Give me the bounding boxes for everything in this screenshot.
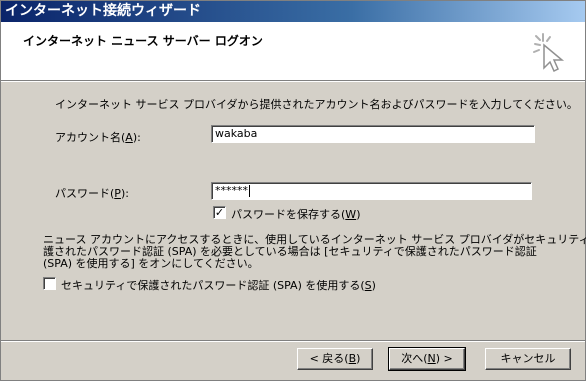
next-button[interactable]: 次へ(N) > [388, 347, 466, 371]
spa-description: ニュース アカウントにアクセスするときに、使用しているインターネット サービス … [43, 234, 586, 270]
password-label: パスワード(P): [55, 187, 129, 200]
wizard-header: インターネット ニュース サーバー ログオン [1, 22, 585, 80]
intro-text: インターネット サービス プロバイダから提供されたアカウント名およびパスワードを… [55, 98, 578, 111]
page-title: インターネット ニュース サーバー ログオン [23, 34, 263, 48]
wizard-wand-icon [533, 33, 565, 73]
spa-description-line: (SPA) を使用する] をオンにしてください。 [43, 257, 259, 270]
text-caret [249, 185, 250, 197]
account-name-input[interactable]: wakaba [211, 125, 535, 143]
wizard-window: インターネット接続ウィザード インターネット ニュース サーバー ログオン イン… [0, 0, 586, 381]
title-bar[interactable]: インターネット接続ウィザード [1, 1, 585, 22]
spa-checkbox-label[interactable]: セキュリティで保護されたパスワード認証 (SPA) を使用する(S) [61, 277, 376, 293]
account-name-label: アカウント名(A): [55, 131, 141, 144]
cancel-button[interactable]: キャンセル [485, 348, 571, 370]
save-password-label[interactable]: パスワードを保存する(W) [231, 206, 360, 222]
header-divider [1, 80, 585, 82]
password-input[interactable]: ****** [211, 182, 532, 200]
footer-divider [1, 340, 585, 342]
save-password-checkbox[interactable]: ✓ [213, 206, 226, 219]
spa-checkbox[interactable] [43, 277, 56, 290]
back-button[interactable]: < 戻る(B) [297, 348, 373, 370]
checkmark-icon: ✓ [214, 206, 225, 219]
